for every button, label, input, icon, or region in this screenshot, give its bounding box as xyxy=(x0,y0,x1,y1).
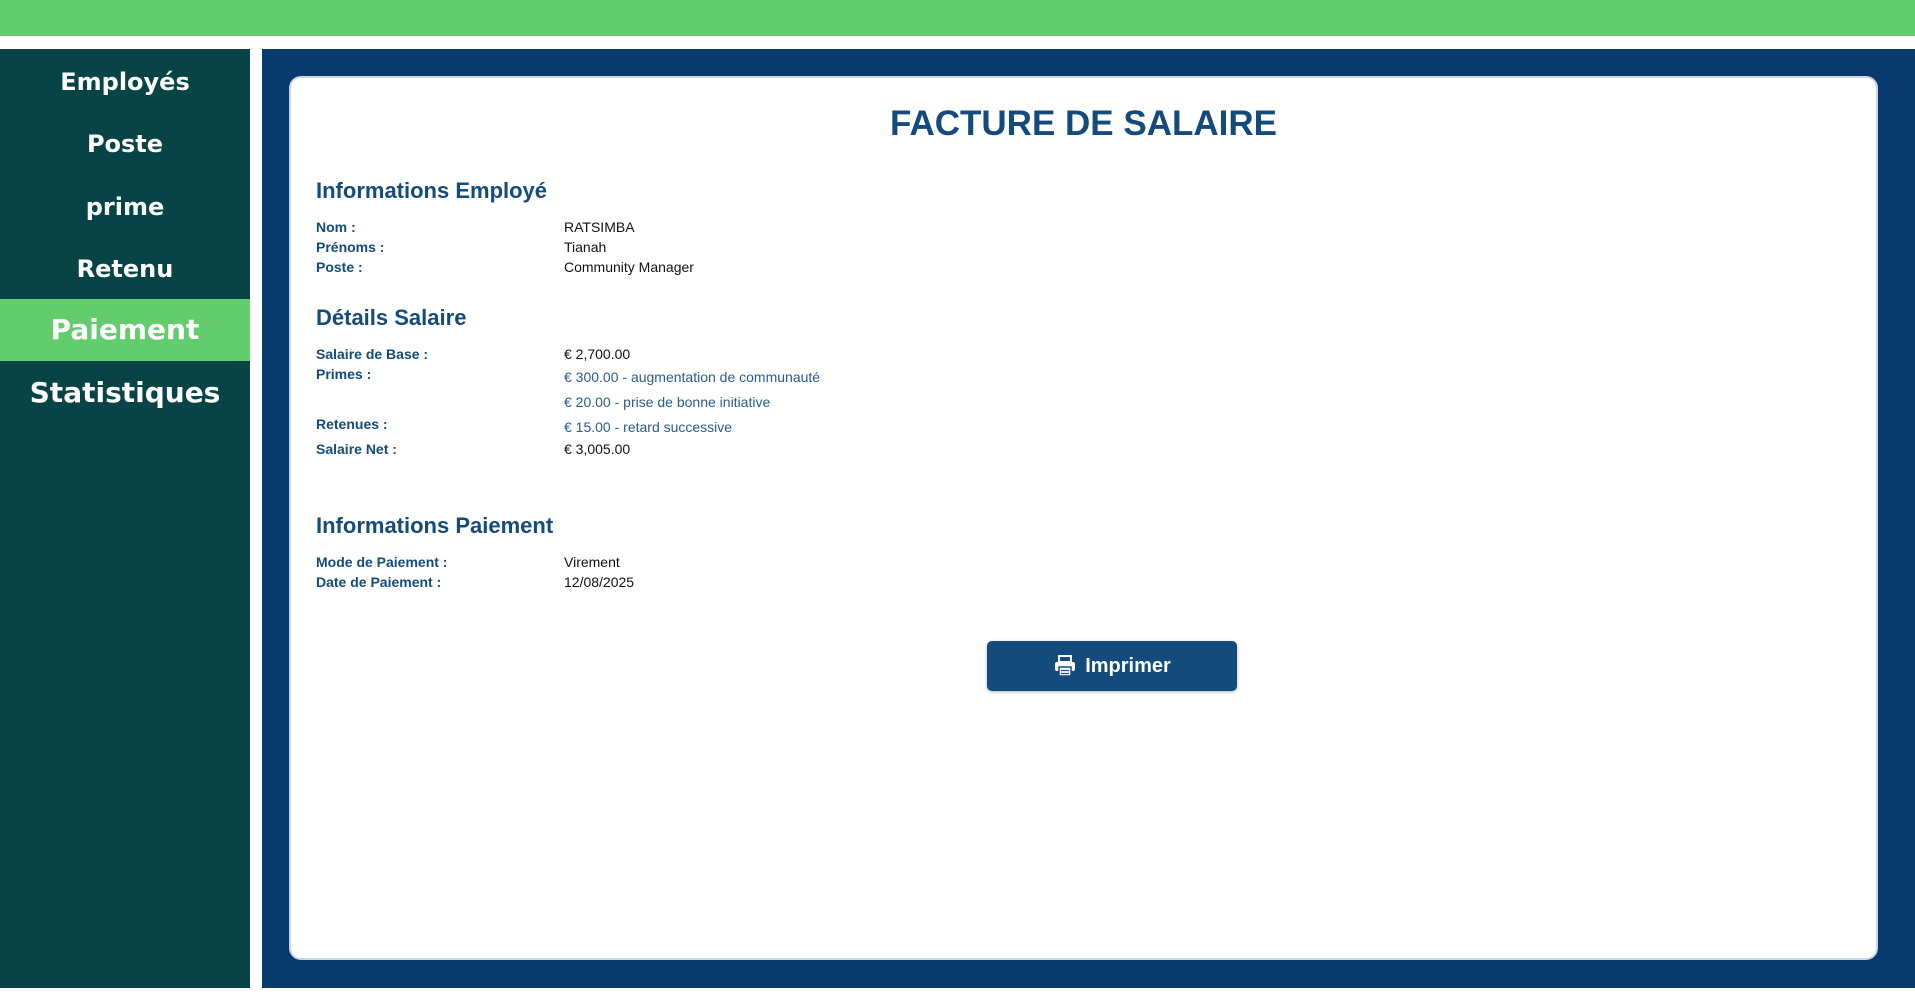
section-title-employee: Informations Employé xyxy=(316,178,548,203)
top-bar xyxy=(0,0,1915,36)
prenoms-value: Tianah xyxy=(564,239,607,255)
payment-mode-label: Mode de Paiement : xyxy=(316,554,448,570)
section-title-payment: Informations Paiement xyxy=(316,513,554,538)
printer-icon xyxy=(1053,654,1077,678)
base-salary-value: € 2,700.00 xyxy=(564,346,631,362)
sidebar-item-prime[interactable]: prime xyxy=(0,187,250,227)
sidebar-item-paiement[interactable]: Paiement xyxy=(0,299,250,361)
sidebar-item-retenu[interactable]: Retenu xyxy=(0,249,250,289)
prime-item: € 20.00 - prise de bonne initiative xyxy=(564,394,771,410)
base-salary-label: Salaire de Base : xyxy=(316,346,429,362)
poste-value: Community Manager xyxy=(564,259,694,275)
sidebar-item-employes[interactable]: Employés xyxy=(0,62,250,102)
sidebar-item-poste[interactable]: Poste xyxy=(0,124,250,164)
print-button[interactable]: Imprimer xyxy=(987,641,1237,691)
net-salary-value: € 3,005.00 xyxy=(564,441,631,457)
net-salary-label: Salaire Net : xyxy=(316,441,397,457)
invoice-card: FACTURE DE SALAIRE Informations Employé … xyxy=(289,76,1878,960)
primes-label: Primes : xyxy=(316,366,372,382)
main-content-frame: FACTURE DE SALAIRE Informations Employé … xyxy=(262,49,1915,988)
sidebar-item-statistiques[interactable]: Statistiques xyxy=(0,362,250,424)
payment-mode-value: Virement xyxy=(564,554,620,570)
payment-date-value: 12/08/2025 xyxy=(564,574,635,590)
sidebar: Employés Poste prime Retenu Paiement Sta… xyxy=(0,49,250,988)
nom-label: Nom : xyxy=(316,219,356,235)
retenues-label: Retenues : xyxy=(316,416,388,432)
poste-label: Poste : xyxy=(316,259,363,275)
page-title: FACTURE DE SALAIRE xyxy=(890,104,1277,143)
payment-date-label: Date de Paiement : xyxy=(316,574,442,590)
retenue-item: € 15.00 - retard successive xyxy=(564,419,733,435)
prime-item: € 300.00 - augmentation de communauté xyxy=(564,369,821,385)
nom-value: RATSIMBA xyxy=(564,219,635,235)
print-button-label: Imprimer xyxy=(1085,654,1171,677)
prenoms-label: Prénoms : xyxy=(316,239,385,255)
section-title-salary: Détails Salaire xyxy=(316,305,467,330)
